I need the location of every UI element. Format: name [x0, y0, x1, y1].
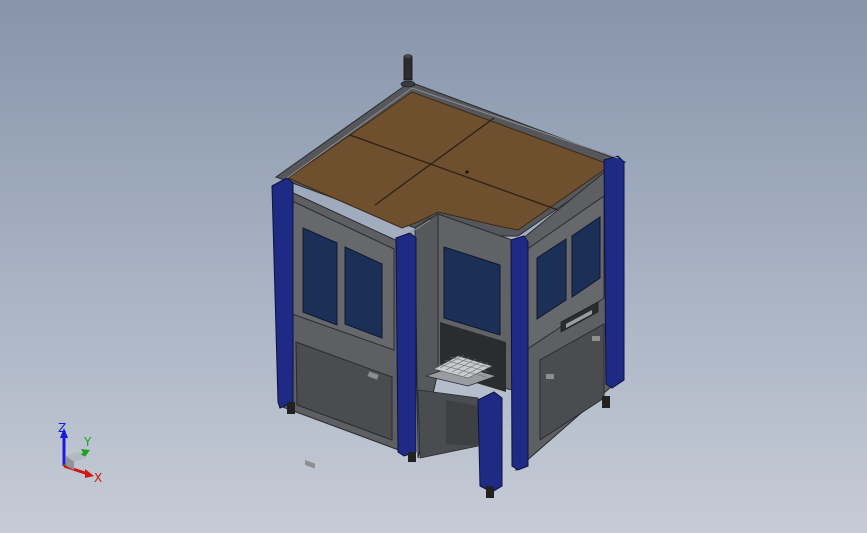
z-axis-label: Z — [58, 421, 67, 435]
view-orientation-triad[interactable]: Z Y X — [48, 418, 118, 488]
left-face — [277, 185, 405, 469]
y-axis-label: Y — [84, 435, 92, 449]
machine-enclosure-model[interactable] — [0, 0, 867, 533]
graphics-viewport[interactable]: Z Y X — [0, 0, 867, 533]
x-axis-label: X — [94, 471, 103, 485]
signal-tower — [400, 54, 416, 88]
